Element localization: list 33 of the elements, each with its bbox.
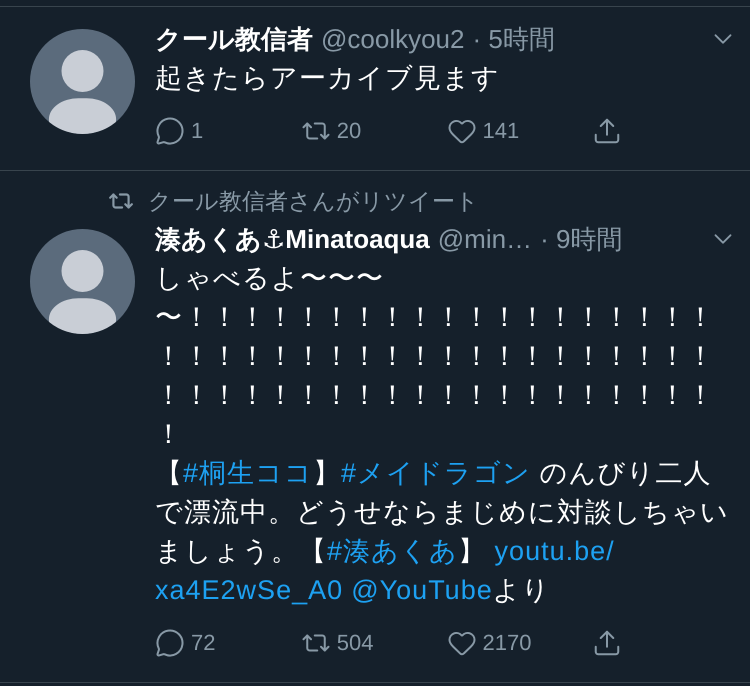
tweet-text: 起きたらアーカイブ見ます bbox=[155, 62, 501, 95]
link[interactable]: xa4E2wSe_A0 bbox=[155, 575, 344, 605]
user-handle: @min… bbox=[438, 224, 532, 254]
like-button[interactable]: 141 bbox=[446, 116, 592, 146]
speech-bubble-icon bbox=[155, 116, 185, 146]
link[interactable]: #メイドラゴン bbox=[341, 458, 532, 488]
retweet-label: クール教信者さんがリツイート bbox=[148, 186, 479, 216]
tweet-text: ！！！！！！！！！！！！！！！！！！！！ bbox=[155, 340, 716, 373]
reply-button[interactable]: 1 bbox=[155, 116, 301, 146]
link[interactable]: @YouTube bbox=[351, 575, 493, 605]
like-button[interactable]: 2170 bbox=[446, 628, 592, 658]
speech-bubble-icon bbox=[155, 628, 185, 658]
tweet-time: · 5時間 bbox=[472, 22, 555, 56]
link[interactable]: #湊あくあ bbox=[327, 536, 458, 566]
share-icon bbox=[592, 116, 622, 146]
share-icon bbox=[592, 628, 622, 658]
reply-button[interactable]: 72 bbox=[155, 628, 301, 658]
tweet-text: 〜！！！！！！！！！！！！！！！！！！！ bbox=[155, 301, 716, 334]
tweet-text: xa4E2wSe_A0 @YouTubeより bbox=[155, 574, 552, 607]
link[interactable]: #桐生ココ bbox=[183, 458, 314, 488]
tweet-text: ！！！！！！！！！！！！！！！！！！！！ bbox=[155, 379, 716, 412]
link[interactable]: youtu.be/ bbox=[494, 536, 615, 566]
tweet-text: 【#桐生ココ】#メイドラゴン のんびり二人 bbox=[155, 457, 713, 490]
retweet-button[interactable]: 504 bbox=[300, 628, 446, 658]
user-name: クール教信者 bbox=[155, 22, 313, 56]
tweet-text: ましょう。【#湊あくあ】 youtu.be/ bbox=[155, 535, 616, 568]
user-handle: @coolkyou2 bbox=[321, 24, 464, 54]
tweet-text: しゃべるよ〜〜〜 bbox=[155, 262, 385, 295]
tweet-time: · 9時間 bbox=[540, 222, 622, 256]
tweet-text: で漂流中。どうせならまじめに対談しちゃい bbox=[155, 496, 730, 529]
tweet-text: ！ bbox=[155, 418, 184, 451]
retweet-button[interactable]: 20 bbox=[300, 116, 446, 146]
user-name: 湊あくあ⚓Minatoaqua bbox=[155, 222, 430, 256]
